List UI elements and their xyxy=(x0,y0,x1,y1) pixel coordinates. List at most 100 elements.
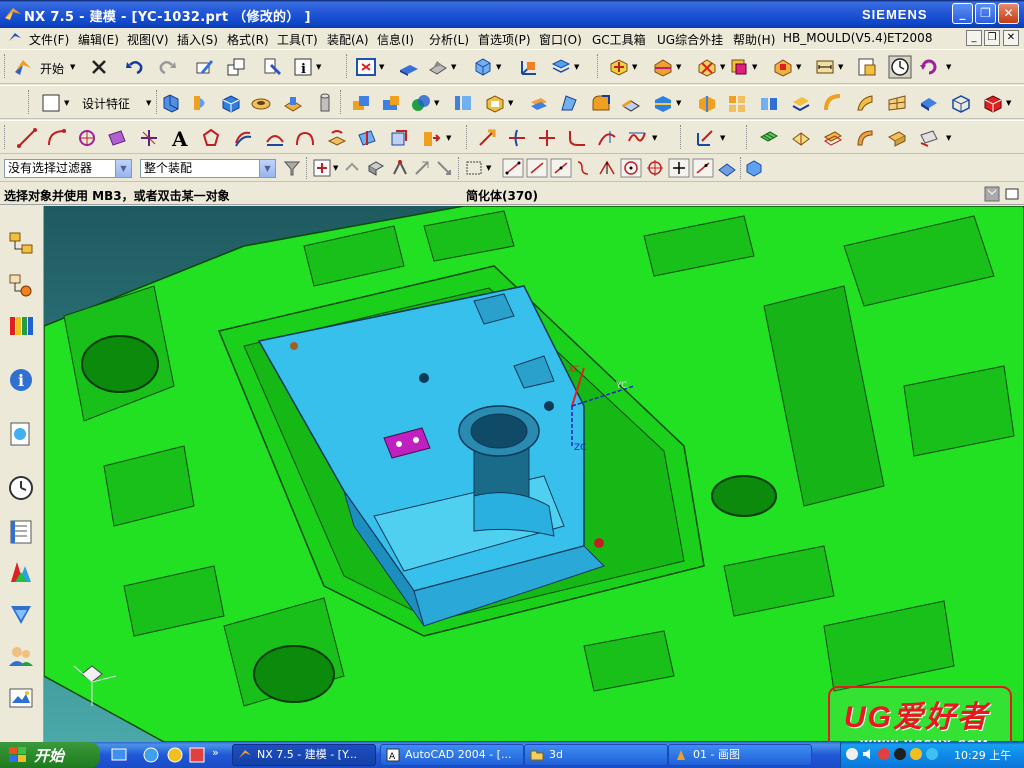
assembly-select-icon[interactable] xyxy=(744,158,764,178)
mold-model-view[interactable]: XC YC ZC xyxy=(44,206,1024,742)
start-button-label[interactable]: 开始 xyxy=(40,60,64,77)
divide-curve-icon[interactable] xyxy=(536,127,558,149)
mould-wizard-icon[interactable] xyxy=(608,56,630,78)
design-feature-label[interactable]: 设计特征 xyxy=(82,95,130,112)
history-icon[interactable] xyxy=(7,474,35,502)
close-button[interactable]: ✕ xyxy=(998,3,1019,24)
task-nx[interactable]: NX 7.5 - 建模 - [Y... xyxy=(232,744,376,766)
combined-curve-icon[interactable] xyxy=(294,127,316,149)
restore-button[interactable]: ❐ xyxy=(975,3,996,24)
wcs-icon[interactable] xyxy=(518,56,540,78)
snap-on-face-icon[interactable] xyxy=(716,158,738,178)
fit-view-icon[interactable] xyxy=(355,56,377,78)
menu-et2008[interactable]: ET2008 xyxy=(887,31,932,45)
revolve-icon[interactable] xyxy=(190,92,212,114)
sheet-from-curves-icon[interactable] xyxy=(918,127,940,149)
start-icon[interactable] xyxy=(12,56,34,78)
mould-remove-icon[interactable] xyxy=(696,56,718,78)
sketch-dropdown-icon[interactable]: ▼ xyxy=(64,99,69,107)
transition-surface-icon[interactable] xyxy=(854,127,876,149)
snap-on-curve-icon[interactable] xyxy=(692,158,714,178)
toolbar-grip[interactable] xyxy=(746,125,749,149)
snap-endpoint-icon[interactable] xyxy=(502,158,524,178)
mirror-feature-icon[interactable] xyxy=(758,92,780,114)
refresh-dropdown-icon[interactable]: ▼ xyxy=(946,63,951,71)
task-folder-3d[interactable]: 3d xyxy=(524,744,668,766)
extrude-icon[interactable] xyxy=(160,92,182,114)
doc-close-button[interactable]: ✕ xyxy=(1003,30,1019,46)
toolbar-grip[interactable] xyxy=(740,157,743,179)
shell-dropdown-icon[interactable]: ▼ xyxy=(508,99,513,107)
status-toggle-icon[interactable] xyxy=(984,186,1000,202)
extract-curve-icon[interactable] xyxy=(388,127,410,149)
roles-icon[interactable] xyxy=(7,642,35,670)
unite-icon[interactable] xyxy=(350,92,372,114)
menu-file[interactable]: 文件(F) xyxy=(29,31,69,48)
trim-dropdown-icon[interactable]: ▼ xyxy=(676,99,681,107)
chevron-down-icon[interactable]: ▼ xyxy=(115,160,131,177)
toolbar-grip[interactable] xyxy=(4,125,7,149)
menu-assembly[interactable]: 装配(A) xyxy=(327,31,369,48)
mould-insert-icon[interactable] xyxy=(728,56,750,78)
ruled-surface-icon[interactable] xyxy=(854,92,876,114)
reuse-library-icon[interactable]: i xyxy=(7,366,35,394)
assembly-navigator-icon[interactable] xyxy=(7,230,35,258)
split-body-icon[interactable] xyxy=(696,92,718,114)
select-all-icon[interactable] xyxy=(312,158,332,178)
move-dropdown-icon[interactable]: ▼ xyxy=(720,134,725,142)
toolbar-grip[interactable] xyxy=(680,125,683,149)
block-icon[interactable] xyxy=(220,92,242,114)
orient-view-icon[interactable] xyxy=(472,56,494,78)
feature-more-dropdown-icon[interactable]: ▼ xyxy=(1006,99,1011,107)
mould-report-icon[interactable] xyxy=(856,56,878,78)
quicklaunch-desktop-icon[interactable] xyxy=(110,746,128,764)
snap-intersection-icon[interactable] xyxy=(596,158,618,178)
quicklaunch-app-icon[interactable] xyxy=(166,746,184,764)
arc-icon[interactable] xyxy=(46,127,68,149)
menu-info[interactable]: 信息(I) xyxy=(377,31,414,48)
snap-midpoint-icon[interactable] xyxy=(550,158,572,178)
edit-curve-dropdown-icon[interactable]: ▼ xyxy=(652,134,657,142)
replace-face-icon[interactable] xyxy=(982,92,1004,114)
offset-curve-icon[interactable] xyxy=(232,127,254,149)
studio-surface-icon[interactable] xyxy=(886,92,908,114)
face-analysis-icon[interactable] xyxy=(790,127,812,149)
offset-surface-icon[interactable] xyxy=(822,127,844,149)
feature-select-icon[interactable] xyxy=(366,158,386,178)
smooth-spline-icon[interactable] xyxy=(626,127,648,149)
mould-dropdown-icon[interactable]: ▼ xyxy=(632,63,637,71)
menu-format[interactable]: 格式(R) xyxy=(227,31,269,48)
bridge-curve-icon[interactable] xyxy=(264,127,286,149)
move-object-icon[interactable] xyxy=(694,127,716,149)
parting-dropdown-icon[interactable]: ▼ xyxy=(676,63,681,71)
trim-body-icon[interactable] xyxy=(652,92,674,114)
type-filter-select[interactable]: 没有选择过滤器 ▼ xyxy=(4,159,132,178)
undo-icon[interactable] xyxy=(124,56,146,78)
pattern-feature-icon[interactable] xyxy=(726,92,748,114)
sweep-icon[interactable] xyxy=(822,92,844,114)
snap-quadrant-icon[interactable] xyxy=(644,158,666,178)
text-icon[interactable]: A xyxy=(172,127,188,151)
cylinder-icon[interactable] xyxy=(314,92,336,114)
quicklaunch-paint-icon[interactable] xyxy=(188,746,206,764)
refresh-icon[interactable] xyxy=(918,56,940,78)
insert-dropdown-icon[interactable]: ▼ xyxy=(752,63,757,71)
edit-object-icon[interactable] xyxy=(193,56,215,78)
menu-edit[interactable]: 编辑(E) xyxy=(78,31,119,48)
tray-network-icon[interactable] xyxy=(845,747,859,761)
box-select-dropdown-icon[interactable]: ▼ xyxy=(486,164,491,172)
boss-icon[interactable] xyxy=(282,92,304,114)
base-dropdown-icon[interactable]: ▼ xyxy=(796,63,801,71)
box-select-icon[interactable] xyxy=(464,158,484,178)
render-dropdown-icon[interactable]: ▼ xyxy=(451,63,456,71)
shell-icon[interactable] xyxy=(484,92,506,114)
mould-base-icon[interactable] xyxy=(772,56,794,78)
graphics-viewport[interactable]: XC YC ZC xyxy=(44,206,1024,742)
constraint-navigator-icon[interactable] xyxy=(7,272,35,300)
menu-gc-toolbox[interactable]: GC工具箱 xyxy=(592,31,646,48)
menu-ug-plugin[interactable]: UG综合外挂 xyxy=(657,31,723,48)
trim-curve-icon[interactable] xyxy=(506,127,528,149)
timer-icon[interactable] xyxy=(888,55,912,79)
tray-volume-icon[interactable] xyxy=(861,747,875,761)
copy-icon[interactable] xyxy=(225,56,247,78)
